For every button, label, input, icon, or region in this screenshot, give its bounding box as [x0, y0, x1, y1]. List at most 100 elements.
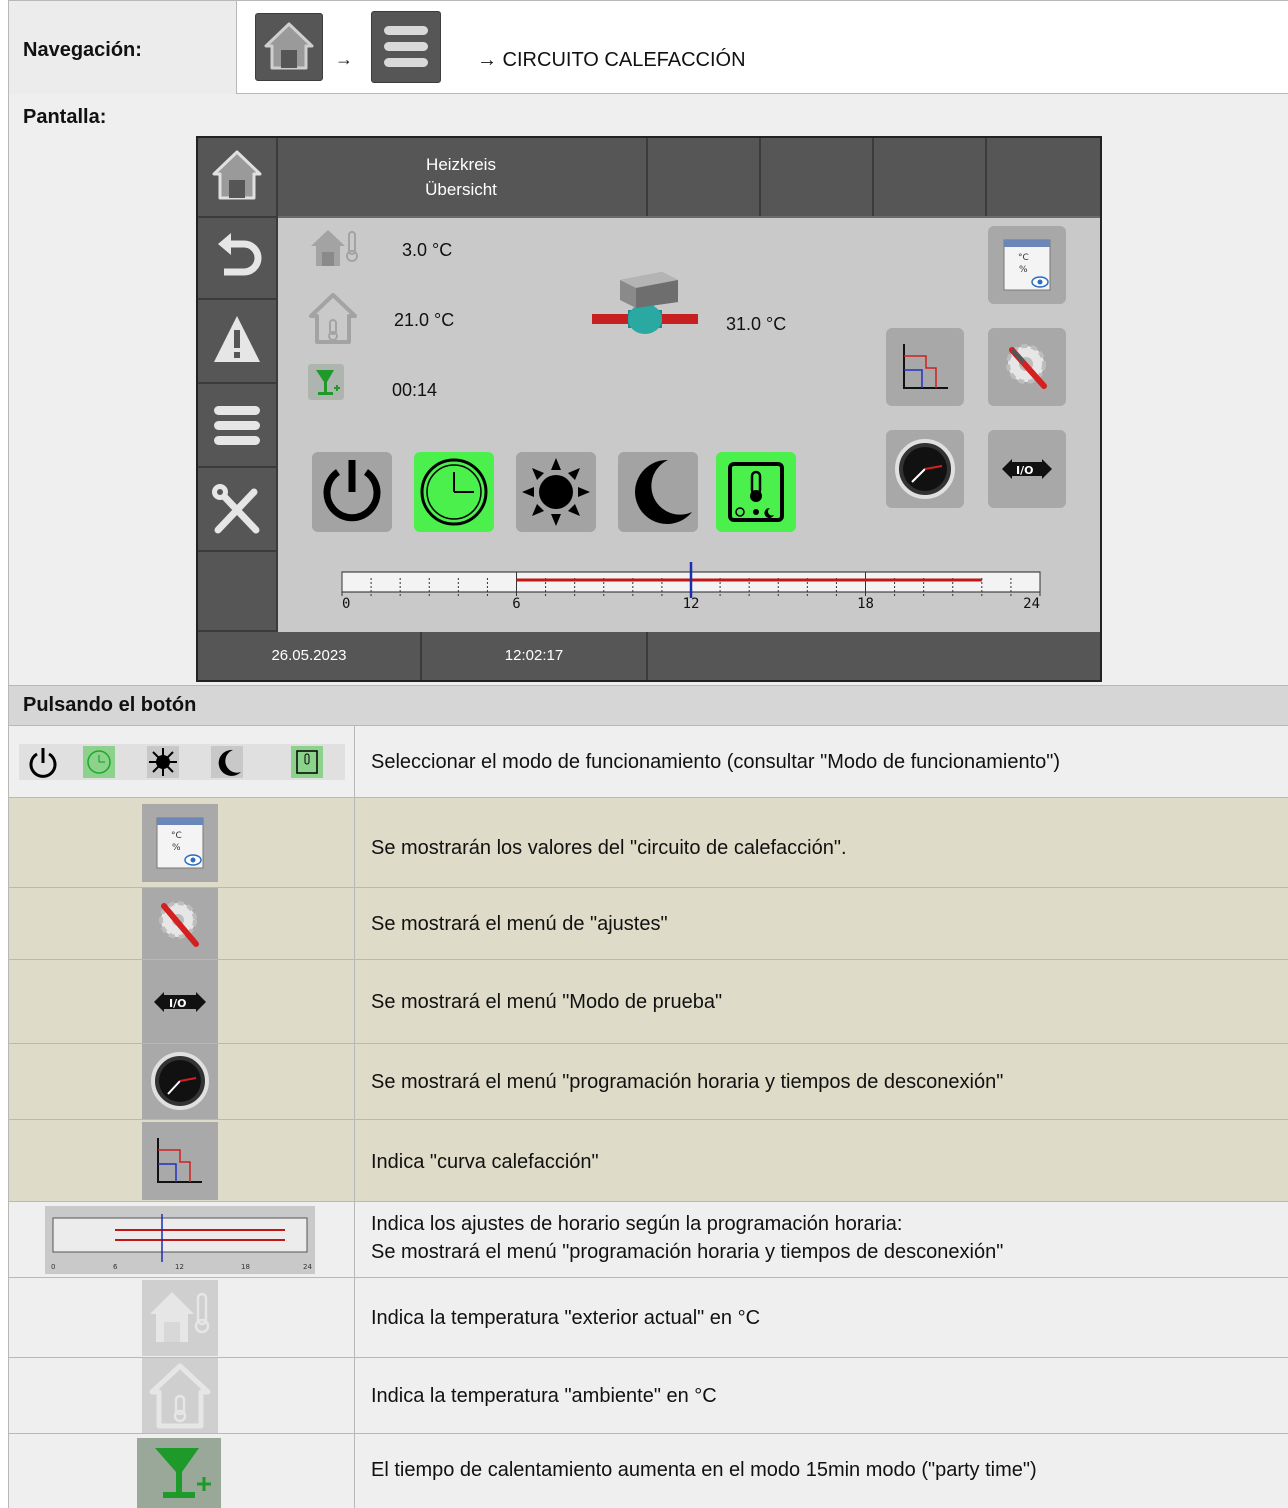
timeline-tick-label: 24: [1023, 596, 1040, 608]
settings-icon: [159, 901, 199, 947]
outdoor-temp-icon: [311, 230, 358, 266]
svg-text:12: 12: [175, 1263, 184, 1271]
party-time-icon: [137, 1438, 221, 1508]
screen-label: Pantalla:: [23, 106, 107, 128]
table-row-text: Indica la temperatura "ambiente" en °C: [371, 1385, 717, 1407]
table-row-text: El tiempo de calentamiento aumenta en el…: [371, 1459, 1037, 1481]
pump-icon: [592, 272, 698, 334]
table-row: El tiempo de calentamiento aumenta en el…: [9, 1434, 1288, 1508]
home-button[interactable]: [255, 13, 323, 81]
svg-text:I/O: I/O: [169, 997, 186, 1010]
timeline-tick-label: 12: [683, 596, 700, 608]
table-row: Indica la temperatura "exterior actual" …: [9, 1278, 1288, 1358]
header-slot-1[interactable]: [648, 138, 761, 216]
svg-text:6: 6: [113, 1263, 118, 1271]
timeline-tick-label: 0: [342, 596, 350, 608]
header-slot-4[interactable]: [987, 138, 1100, 216]
home-icon: [264, 22, 314, 70]
header-slot-2[interactable]: [761, 138, 874, 216]
party-time-button[interactable]: [308, 364, 344, 400]
moon-icon: [635, 459, 692, 524]
power-icon: [323, 460, 381, 522]
screen-content: 3.0 °C 21.0 °C 00:14 31.0 °C °C % I/O 0 …: [278, 218, 1100, 632]
footer-empty: [648, 632, 1100, 680]
document: Navegación: → → CIRCUITO CALEFACCIÓN Pan…: [8, 0, 1288, 1508]
table-row: Indica "curva calefacción": [9, 1120, 1288, 1202]
navigation-row: Navegación: → → CIRCUITO CALEFACCIÓN: [9, 0, 1288, 94]
table-row: Se mostrará el menú de "ajustes": [9, 888, 1288, 960]
screen-row: Pantalla: Heizkreis Übersicht 3.0 °C 21.…: [9, 94, 1288, 686]
controller-screen: Heizkreis Übersicht 3.0 °C 21.0 °C 00:14…: [196, 136, 1102, 682]
test-mode-button[interactable]: I/O: [988, 430, 1066, 508]
sidebar-back-button[interactable]: [198, 218, 278, 300]
thermostat-schedule-icon: [728, 462, 784, 522]
sun-icon: [522, 458, 590, 526]
table-icon-cell: [9, 888, 355, 959]
hamburger-menu-icon: [384, 26, 428, 67]
svg-text:18: 18: [241, 1263, 250, 1271]
room-temp-icon: [142, 1358, 218, 1433]
svg-text:%: %: [172, 843, 181, 853]
mode-reduced-button[interactable]: [618, 452, 698, 532]
party-glass-icon: [316, 370, 340, 395]
table-icon-cell: [9, 1434, 355, 1508]
time-program-button[interactable]: [886, 430, 964, 508]
heating-curve-icon: [157, 1138, 202, 1183]
sidebar-menu-button[interactable]: [198, 384, 278, 468]
table-header: Pulsando el botón: [23, 694, 197, 716]
warning-icon: [214, 316, 260, 362]
mode-off-button[interactable]: [312, 452, 392, 532]
time-program-timeline[interactable]: 0 6 12 18 24: [340, 558, 1042, 612]
table-icon-cell: I/O: [9, 960, 355, 1043]
values-view-icon: °C %: [1003, 239, 1051, 291]
table-row: °C % Se mostrarán los valores del "circu…: [9, 798, 1288, 888]
settings-icon: [1006, 344, 1047, 389]
back-arrow-icon: [218, 233, 262, 276]
table-icon-cell: °C %: [9, 798, 355, 887]
timeline-icon: 0 6 12 18 24: [45, 1206, 315, 1274]
heating-curve-button[interactable]: [886, 328, 964, 406]
screen-title-bar: Heizkreis Übersicht: [278, 138, 648, 216]
mode-comfort-button[interactable]: [516, 452, 596, 532]
sidebar-tools-button[interactable]: [198, 468, 278, 552]
svg-text:%: %: [1019, 265, 1028, 275]
tools-icon: [212, 484, 260, 534]
svg-text:°C: °C: [1018, 253, 1029, 263]
timeline-tick-label: 18: [857, 596, 874, 608]
mode-timer-button[interactable]: [716, 452, 796, 532]
timeline-tick-label: 6: [512, 596, 520, 608]
table-icon-cell: [9, 1120, 355, 1201]
settings-button[interactable]: [988, 328, 1066, 406]
outdoor-temp-value: 3.0 °C: [402, 240, 453, 260]
clock-icon: [151, 1052, 209, 1110]
flow-temp-value: 31.0 °C: [726, 314, 787, 334]
table-row-text: Se mostrará el menú de "ajustes": [371, 913, 668, 935]
svg-text:°C: °C: [171, 831, 182, 841]
timeline-graph[interactable]: 0 6 12 18 24: [340, 558, 1042, 612]
navigation-label: Navegación:: [23, 39, 142, 61]
mode-auto-button[interactable]: [414, 452, 494, 532]
sidebar-home-button[interactable]: [198, 138, 278, 218]
sidebar-empty-button: [198, 552, 278, 632]
table-row-text: Indica la temperatura "exterior actual" …: [371, 1307, 761, 1329]
values-view-icon: °C %: [156, 817, 204, 869]
table-row: Se mostrará el menú "programación horari…: [9, 1044, 1288, 1120]
party-time-value: 00:14: [392, 380, 438, 400]
test-mode-icon: I/O: [1002, 459, 1052, 479]
header-slot-3[interactable]: [874, 138, 987, 216]
test-mode-icon: I/O: [154, 992, 206, 1012]
table-row-text: Seleccionar el modo de funcionamiento (c…: [371, 751, 1061, 773]
values-view-button[interactable]: °C %: [988, 226, 1066, 304]
menu-button[interactable]: [371, 11, 441, 83]
svg-text:0: 0: [51, 1263, 55, 1271]
table-icon-cell: [9, 1358, 355, 1433]
clock-icon: [895, 439, 955, 499]
table-row: Indica la temperatura "ambiente" en °C: [9, 1358, 1288, 1434]
sidebar-alarm-button[interactable]: [198, 300, 278, 384]
home-icon: [212, 150, 262, 200]
table-row-text: Se mostrarán los valores del "circuito d…: [371, 837, 847, 859]
table-row-text-line1: Indica los ajustes de horario según la p…: [371, 1213, 903, 1235]
date-display: 26.05.2023: [198, 632, 422, 680]
table-row-text: Indica "curva calefacción": [371, 1151, 599, 1173]
outdoor-temp-icon: [142, 1280, 218, 1356]
